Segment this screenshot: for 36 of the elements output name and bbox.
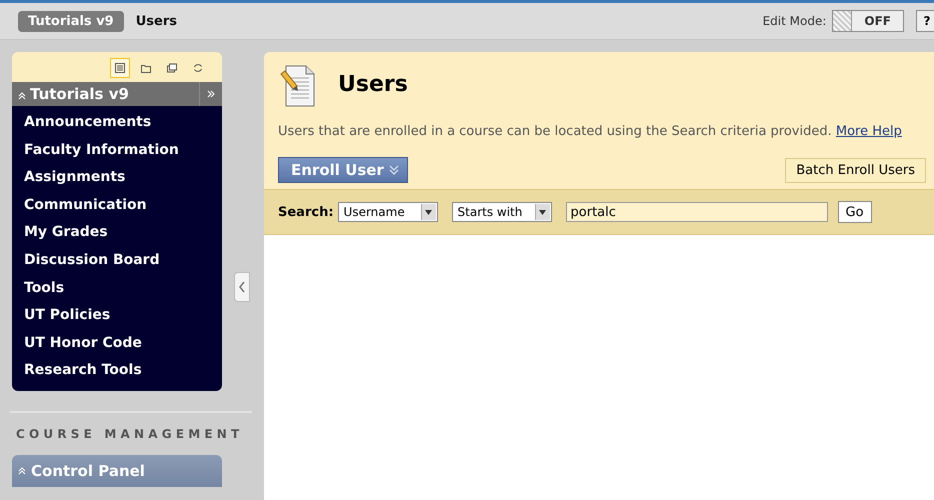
course-menu-item[interactable]: Tools — [12, 274, 222, 302]
go-button[interactable]: Go — [838, 201, 872, 223]
course-menu-item[interactable]: UT Policies — [12, 302, 222, 330]
help-link[interactable]: More Help — [836, 124, 902, 139]
course-menu-item[interactable]: UT Honor Code — [12, 330, 222, 358]
edit-mode-label: Edit Mode: — [762, 14, 826, 28]
dropdown-arrow-icon[interactable] — [539, 210, 546, 214]
course-menu-item[interactable]: Assignments — [12, 164, 222, 192]
course-menu-item[interactable]: Discussion Board — [12, 246, 222, 275]
breadcrumb-link[interactable]: Tutorials v9 — [18, 10, 124, 32]
field-dropdown[interactable]: Username — [338, 202, 438, 222]
list-view-icon[interactable] — [110, 58, 130, 78]
search-label: Search: — [278, 204, 334, 220]
course-menu-item[interactable]: Communication — [12, 192, 222, 220]
chevron-left-icon[interactable] — [238, 281, 246, 293]
collapse-sidebar-button[interactable] — [234, 272, 250, 302]
enroll-user-button[interactable]: Enroll User — [278, 157, 408, 183]
page-title: Users — [338, 72, 408, 97]
page-description: Users that are enrolled in a course can be located using the Search criteria provided. More Help — [278, 123, 903, 141]
edit-mode-toggle[interactable]: OFF — [832, 10, 904, 32]
operator-dropdown[interactable]: Starts with — [452, 202, 552, 222]
batch-enroll-button[interactable]: Batch Enroll Users — [785, 158, 926, 182]
section-heading: COURSE MANAGEMENT — [15, 426, 244, 441]
course-menu-item[interactable]: Research Tools — [12, 357, 222, 385]
course-menu-item[interactable]: Announcements — [12, 109, 222, 137]
help-button[interactable]: ? — [916, 10, 934, 32]
course-menu-item[interactable]: My Grades — [12, 219, 222, 247]
course-title: Tutorials v9 — [30, 85, 130, 103]
course-menu-item[interactable]: Faculty Information — [12, 136, 222, 164]
search-field[interactable]: portalc — [566, 202, 828, 222]
double-chevron-icon[interactable] — [389, 165, 400, 175]
dropdown-arrow-icon[interactable] — [425, 210, 432, 214]
breadcrumb-current: Users — [136, 14, 177, 28]
collapse-icon[interactable] — [18, 466, 26, 475]
course-menu-header[interactable]: Tutorials v9 — [12, 82, 222, 106]
control-panel-title: Control Panel — [31, 462, 145, 480]
